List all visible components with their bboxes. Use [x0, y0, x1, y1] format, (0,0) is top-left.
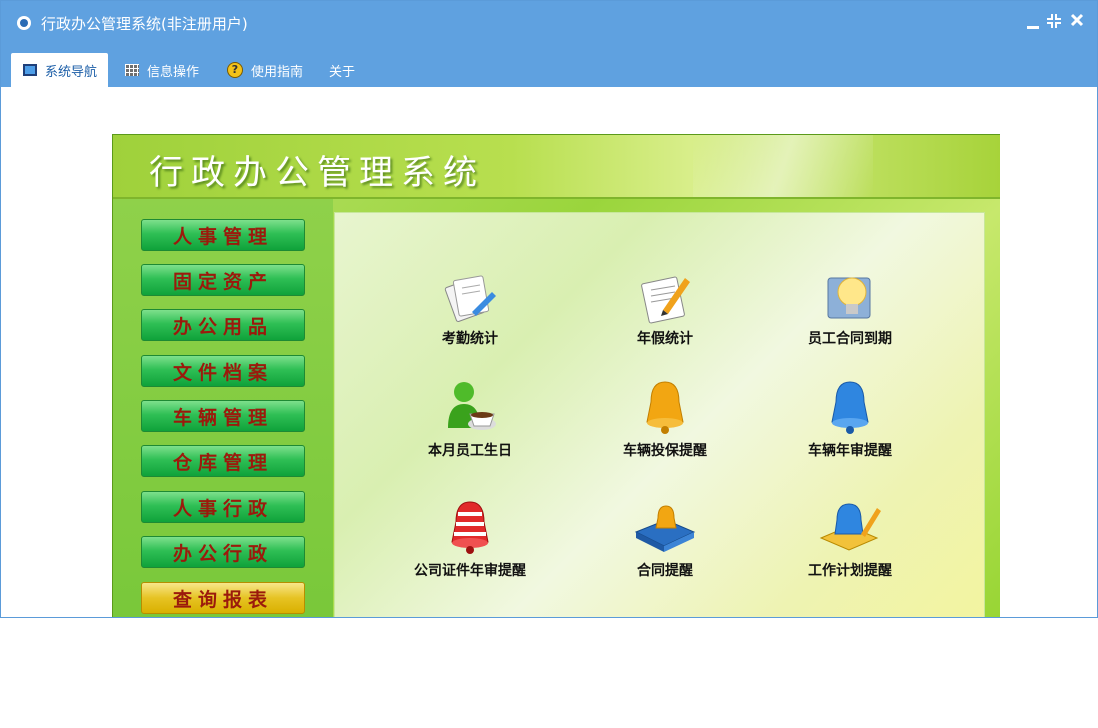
tile-label: 员工合同到期 [808, 331, 892, 347]
tile-label: 工作计划提醒 [808, 563, 892, 579]
tile-label: 车辆年审提醒 [808, 443, 892, 459]
tab-label: 使用指南 [251, 64, 304, 80]
contract-bell-icon [634, 505, 696, 552]
tile-label: 合同提醒 [637, 563, 693, 579]
annual-leave-icon [641, 276, 690, 324]
minimize-icon [1027, 26, 1039, 29]
menu-bar: 系统导航 信息操作 ? 使用指南 关于 [1, 45, 1097, 87]
tile-label: 年假统计 [637, 331, 693, 347]
app-title: 行政办公管理系统 [149, 153, 485, 193]
tile-label: 考勤统计 [442, 331, 498, 347]
birthday-icon [448, 382, 496, 430]
certificate-bell-icon [451, 501, 489, 554]
tab-label: 信息操作 [147, 64, 200, 80]
tab-information-operation[interactable]: 信息操作 [117, 53, 213, 87]
tile-work-plan[interactable]: 工作计划提醒 [775, 498, 925, 598]
tab-label: 系统导航 [45, 64, 98, 80]
tile-vehicle-insurance[interactable]: 车辆投保提醒 [590, 378, 740, 478]
sidebar-item-query-reports[interactable]: 查询报表 [141, 582, 305, 614]
tile-certificate-inspection[interactable]: 公司证件年审提醒 [395, 498, 545, 598]
sidebar-item-vehicles[interactable]: 车辆管理 [141, 400, 305, 432]
inspection-bell-icon [831, 381, 869, 434]
tab-label: 关于 [329, 64, 356, 80]
tile-contract-expiry[interactable]: 员工合同到期 [775, 268, 925, 368]
tile-vehicle-inspection[interactable]: 车辆年审提醒 [775, 378, 925, 478]
tile-annual-leave[interactable]: 年假统计 [590, 268, 740, 368]
tile-label: 本月员工生日 [428, 443, 512, 459]
tile-label: 车辆投保提醒 [623, 443, 707, 459]
contract-expiry-icon [827, 277, 871, 319]
tile-contract-reminder[interactable]: 合同提醒 [590, 498, 740, 598]
sidebar-item-fixed-assets[interactable]: 固定资产 [141, 264, 305, 296]
tile-birthday[interactable]: 本月员工生日 [395, 378, 545, 478]
app-logo-icon [17, 16, 31, 30]
close-icon [1070, 13, 1084, 27]
close-button[interactable] [1069, 13, 1085, 31]
title-bar: 行政办公管理系统(非注册用户) [1, 1, 1097, 45]
work-plan-icon [819, 503, 881, 551]
help-icon: ? [227, 62, 243, 78]
tab-system-navigation[interactable]: 系统导航 [11, 53, 108, 87]
window-title: 行政办公管理系统(非注册用户) [41, 15, 248, 33]
sidebar-item-file-archives[interactable]: 文件档案 [141, 355, 305, 387]
app-header: 行政办公管理系统 [113, 135, 1000, 199]
sidebar-item-warehouse[interactable]: 仓库管理 [141, 445, 305, 477]
restore-icon [1047, 14, 1061, 28]
attendance-icon [444, 275, 496, 322]
tile-label: 公司证件年审提醒 [414, 563, 526, 579]
tile-attendance[interactable]: 考勤统计 [395, 268, 545, 368]
sidebar-item-office-admin[interactable]: 办公行政 [141, 536, 305, 568]
minimize-button[interactable] [1025, 13, 1041, 31]
sidebar: 人事管理 固定资产 办公用品 文件档案 车辆管理 仓库管理 人事行政 办公行政 … [113, 199, 333, 617]
insurance-bell-icon [646, 381, 684, 434]
grid-icon [125, 64, 139, 76]
sidebar-item-office-supplies[interactable]: 办公用品 [141, 309, 305, 341]
sidebar-item-personnel[interactable]: 人事管理 [141, 219, 305, 251]
main-window: 行政办公管理系统(非注册用户) 系统导航 信息操作 ? 使用指南 关于 行政办公… [0, 0, 1098, 618]
sidebar-item-personnel-admin[interactable]: 人事行政 [141, 491, 305, 523]
restore-button[interactable] [1046, 13, 1062, 31]
shortcut-panel: 考勤统计 年假统计 员工合同到期 本月员工生日 车辆投保提醒 车辆年审提醒 公司… [334, 212, 985, 617]
app-dashboard: 行政办公管理系统 人事管理 固定资产 办公用品 文件档案 车辆管理 仓库管理 人… [112, 134, 1000, 617]
tab-user-guide[interactable]: ? 使用指南 [221, 53, 317, 87]
tab-about[interactable]: 关于 [321, 53, 365, 87]
monitor-icon [23, 64, 37, 76]
